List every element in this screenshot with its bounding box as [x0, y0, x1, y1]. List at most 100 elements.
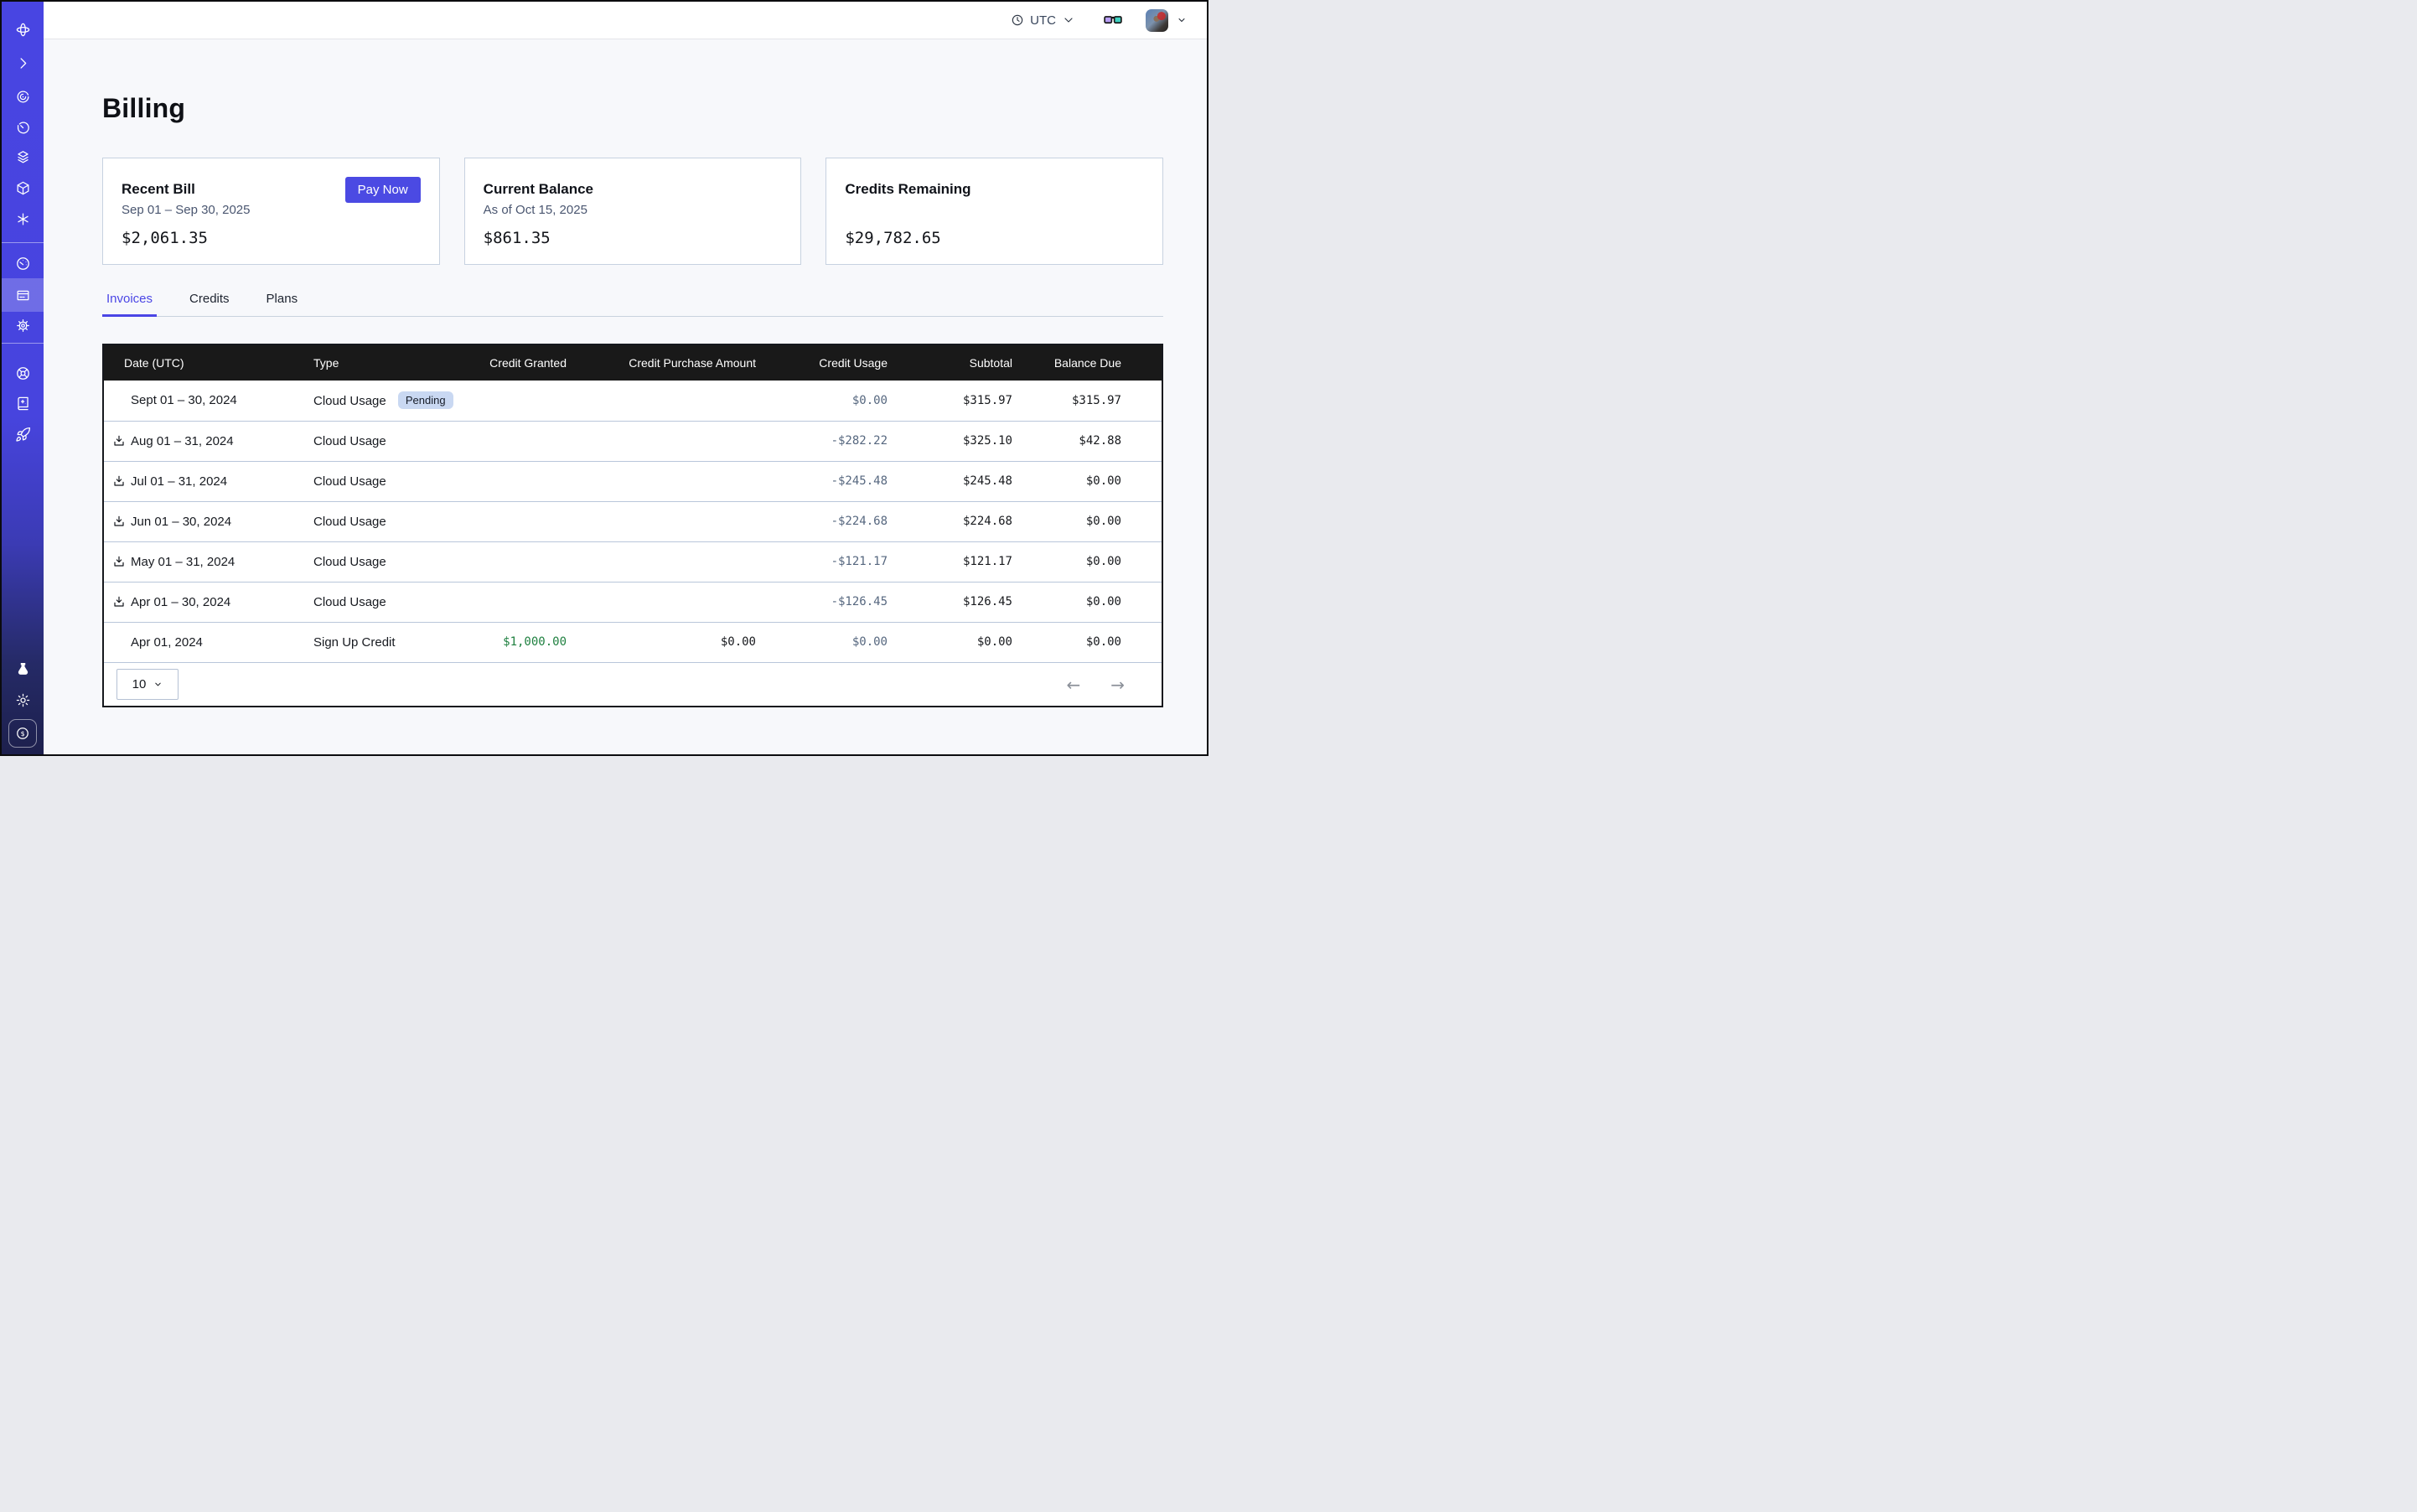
credit-purchase-value: $0.00: [567, 622, 756, 662]
sidebar: $: [2, 2, 44, 754]
credit-purchase-value: [567, 381, 756, 421]
pay-now-button[interactable]: Pay Now: [345, 177, 421, 203]
recent-bill-card: Recent Bill Sep 01 – Sep 30, 2025 $2,061…: [102, 158, 440, 265]
col-date: Date (UTC): [104, 345, 313, 381]
card-amount: $2,061.35: [122, 229, 421, 247]
status-badge: Pending: [398, 391, 453, 409]
wheel-icon[interactable]: [11, 361, 34, 385]
invoice-date: Jun 01 – 30, 2024: [131, 515, 231, 529]
logo-orbit-icon[interactable]: [11, 18, 34, 41]
billing-card-icon[interactable]: [11, 283, 34, 307]
credit-usage-value: $0.00: [756, 622, 888, 662]
cube-icon[interactable]: [11, 176, 34, 199]
subtotal-value: $325.10: [888, 421, 1012, 461]
invoice-date: Aug 01 – 31, 2024: [131, 434, 234, 448]
invoice-date: Apr 01 – 30, 2024: [131, 595, 230, 609]
credit-granted-value: [473, 582, 567, 622]
credit-purchase-value: [567, 582, 756, 622]
credit-granted-value: $1,000.00: [473, 622, 567, 662]
timezone-label: UTC: [1030, 13, 1056, 28]
invoice-date: May 01 – 31, 2024: [131, 555, 235, 569]
invoice-type: Cloud Usage: [313, 394, 386, 408]
credit-usage-value: -$224.68: [756, 501, 888, 541]
dollar-coin-button[interactable]: $: [8, 719, 37, 748]
balance-due-value: $0.00: [1012, 622, 1162, 662]
subtotal-value: $121.17: [888, 541, 1012, 582]
sidebar-divider: [2, 242, 44, 243]
current-balance-card: Current Balance As of Oct 15, 2025 $861.…: [464, 158, 802, 265]
invoice-date: Sept 01 – 30, 2024: [131, 393, 237, 407]
tab-invoices[interactable]: Invoices: [102, 292, 157, 316]
credit-granted-value: [473, 501, 567, 541]
invoice-type: Cloud Usage: [313, 595, 386, 609]
sun-icon[interactable]: [11, 688, 34, 712]
history-clock-icon[interactable]: [11, 116, 34, 139]
rocket-icon[interactable]: [11, 422, 34, 446]
invoice-date: Jul 01 – 31, 2024: [131, 474, 227, 489]
balance-due-value: $0.00: [1012, 582, 1162, 622]
col-credit-usage: Credit Usage: [756, 345, 888, 381]
credit-purchase-value: [567, 421, 756, 461]
col-credit-purchase: Credit Purchase Amount: [567, 345, 756, 381]
invoice-type: Sign Up Credit: [313, 635, 396, 650]
invoice-type: Cloud Usage: [313, 555, 386, 569]
page-size-select[interactable]: 10: [116, 669, 179, 700]
timezone-selector[interactable]: UTC: [1011, 13, 1075, 28]
glasses-icon[interactable]: [1104, 14, 1122, 27]
card-title: Credits Remaining: [845, 181, 1144, 198]
credit-usage-value: -$245.48: [756, 461, 888, 501]
table-row: Aug 01 – 31, 2024 Cloud Usage -$282.22 $…: [104, 421, 1162, 461]
credit-granted-value: [473, 421, 567, 461]
download-invoice-icon[interactable]: [112, 434, 126, 448]
tab-plans[interactable]: Plans: [262, 292, 303, 316]
prev-page-button[interactable]: ←: [1066, 676, 1080, 693]
download-invoice-icon: [112, 394, 126, 407]
download-invoice-icon[interactable]: [112, 595, 126, 608]
pagination-bar: 10 ← →: [104, 662, 1162, 706]
download-invoice-icon[interactable]: [112, 474, 126, 488]
table-row: May 01 – 31, 2024 Cloud Usage -$121.17 $…: [104, 541, 1162, 582]
subtotal-value: $126.45: [888, 582, 1012, 622]
spiral-scope-icon[interactable]: [11, 85, 34, 108]
invoice-type: Cloud Usage: [313, 515, 386, 529]
asterisk-icon[interactable]: [11, 207, 34, 230]
flask-icon[interactable]: [11, 657, 34, 681]
layers-icon[interactable]: [11, 145, 34, 168]
gear-icon[interactable]: [11, 313, 34, 337]
svg-text:$: $: [20, 729, 24, 738]
col-credit-granted: Credit Granted: [473, 345, 567, 381]
chevron-down-icon: [1062, 13, 1075, 27]
invoice-type: Cloud Usage: [313, 474, 386, 489]
balance-due-value: $42.88: [1012, 421, 1162, 461]
topbar: UTC: [44, 2, 1207, 39]
subtotal-value: $315.97: [888, 381, 1012, 421]
credit-usage-value: -$121.17: [756, 541, 888, 582]
download-invoice-icon[interactable]: [112, 555, 126, 568]
credit-usage-value: -$282.22: [756, 421, 888, 461]
invoice-date: Apr 01, 2024: [131, 635, 203, 650]
table-row: Apr 01, 2024 Sign Up Credit $1,000.00 $0…: [104, 622, 1162, 662]
gauge-icon[interactable]: [11, 251, 34, 275]
main-content: Billing Recent Bill Sep 01 – Sep 30, 202…: [44, 39, 1207, 754]
invoices-table: Date (UTC) Type Credit Granted Credit Pu…: [102, 344, 1163, 707]
next-page-button[interactable]: →: [1110, 676, 1125, 693]
card-subtitle: As of Oct 15, 2025: [484, 203, 783, 218]
table-row: Apr 01 – 30, 2024 Cloud Usage -$126.45 $…: [104, 582, 1162, 622]
tab-credits[interactable]: Credits: [185, 292, 234, 316]
book-sparkle-icon[interactable]: [11, 391, 34, 415]
chevron-down-icon[interactable]: [1177, 15, 1187, 25]
credit-purchase-value: [567, 501, 756, 541]
credit-granted-value: [473, 541, 567, 582]
card-title: Current Balance: [484, 181, 783, 198]
download-invoice-icon[interactable]: [112, 515, 126, 528]
card-amount: $29,782.65: [845, 229, 1144, 247]
subtotal-value: $0.00: [888, 622, 1012, 662]
chevron-right-icon[interactable]: [11, 51, 34, 75]
credit-usage-value: -$126.45: [756, 582, 888, 622]
page-title: Billing: [102, 93, 1163, 124]
card-subtitle: [845, 203, 1144, 218]
table-row: Sept 01 – 30, 2024 Cloud Usage Pending $…: [104, 381, 1162, 421]
col-subtotal: Subtotal: [888, 345, 1012, 381]
avatar[interactable]: [1146, 9, 1168, 32]
col-balance-due: Balance Due: [1012, 345, 1162, 381]
